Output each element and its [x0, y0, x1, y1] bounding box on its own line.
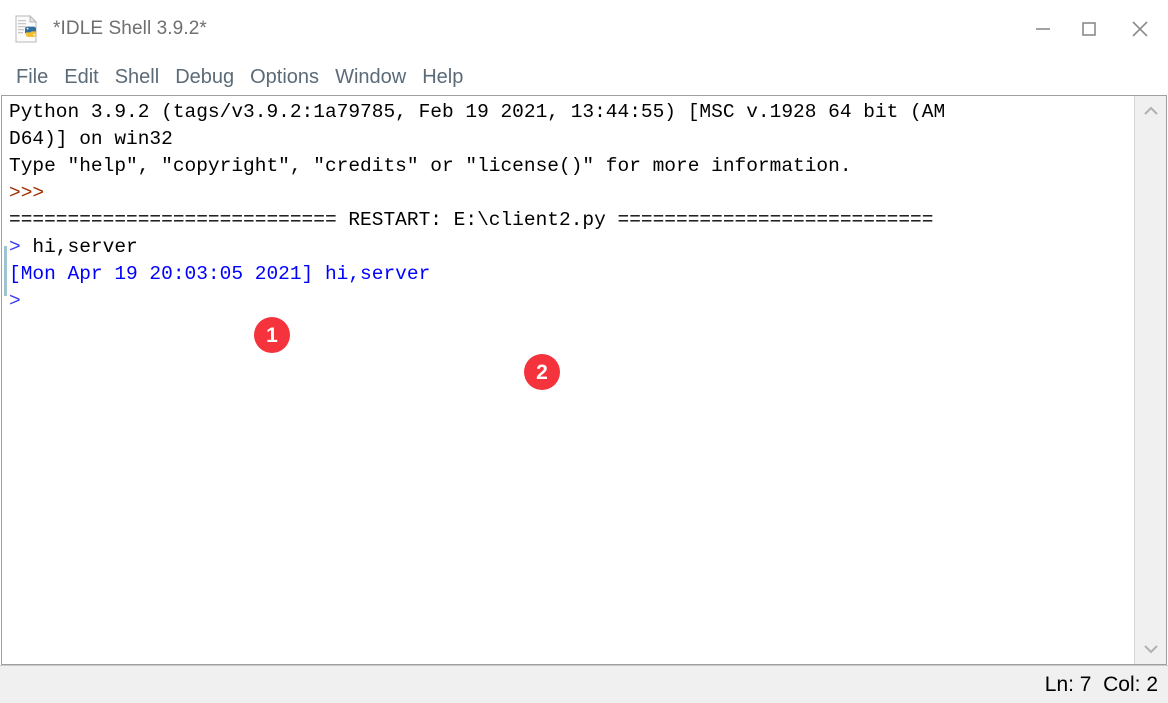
gutter-marker: [4, 246, 7, 296]
annotation-badge-2: 2: [524, 354, 560, 390]
shell-text[interactable]: Python 3.9.2 (tags/v3.9.2:1a79785, Feb 1…: [9, 96, 1134, 664]
console-line: D64)] on win32: [9, 126, 1134, 153]
vertical-scrollbar[interactable]: [1134, 96, 1166, 664]
menu-item-file[interactable]: File: [8, 67, 56, 87]
console-text-segment: ============================ RESTART: E:…: [9, 209, 934, 231]
menu-item-shell[interactable]: Shell: [107, 67, 167, 87]
console-line: >>>: [9, 180, 1134, 207]
cursor-position-label: Ln: 7 Col: 2: [1044, 672, 1158, 696]
shell-output-area: Python 3.9.2 (tags/v3.9.2:1a79785, Feb 1…: [1, 95, 1167, 665]
scrollbar-track[interactable]: [1135, 126, 1166, 634]
maximize-icon: [1082, 21, 1096, 36]
console-line: > hi,server: [9, 234, 1134, 261]
console-line: Python 3.9.2 (tags/v3.9.2:1a79785, Feb 1…: [9, 99, 1134, 126]
console-line: Type "help", "copyright", "credits" or "…: [9, 153, 1134, 180]
console-line: [Mon Apr 19 20:03:05 2021] hi,server: [9, 261, 1134, 288]
scroll-up-button[interactable]: [1135, 96, 1166, 126]
close-icon: [1132, 20, 1148, 37]
minimize-button[interactable]: [1020, 0, 1066, 57]
window-title: *IDLE Shell 3.9.2*: [53, 17, 207, 39]
left-gutter: [2, 96, 9, 664]
annotation-badge-1: 1: [254, 317, 290, 353]
console-text-segment: D64)] on win32: [9, 128, 173, 150]
menu-item-edit[interactable]: Edit: [56, 67, 106, 87]
console-text-segment: >>>: [9, 182, 45, 204]
menu-item-help[interactable]: Help: [414, 67, 471, 87]
menu-bar: File Edit Shell Debug Options Window Hel…: [0, 58, 1168, 95]
console-text-segment: >: [9, 290, 21, 312]
minimize-icon: [1036, 27, 1050, 30]
console-line: ============================ RESTART: E:…: [9, 207, 1134, 234]
menu-item-debug[interactable]: Debug: [167, 67, 242, 87]
maximize-button[interactable]: [1066, 0, 1112, 57]
chevron-up-icon: [1143, 106, 1158, 115]
window-controls: [1020, 0, 1168, 57]
console-text-segment: >: [9, 236, 33, 258]
status-bar: Ln: 7 Col: 2: [0, 665, 1168, 703]
console-text-segment: Python 3.9.2 (tags/v3.9.2:1a79785, Feb 1…: [9, 101, 946, 123]
close-button[interactable]: [1112, 0, 1168, 57]
title-bar: *IDLE Shell 3.9.2*: [0, 0, 1168, 58]
console-text-segment: Type "help", "copyright", "credits" or "…: [9, 155, 852, 177]
console-text-segment: hi,server: [32, 236, 138, 258]
idle-shell-window: *IDLE Shell 3.9.2* File Edit Shell Debug…: [0, 0, 1168, 703]
menu-item-options[interactable]: Options: [242, 67, 327, 87]
menu-item-window[interactable]: Window: [327, 67, 414, 87]
chevron-down-icon: [1143, 645, 1158, 654]
scroll-down-button[interactable]: [1135, 634, 1166, 664]
python-file-icon: [11, 13, 43, 45]
console-line: >: [9, 288, 1134, 315]
console-text-segment: [Mon Apr 19 20:03:05 2021] hi,server: [9, 263, 431, 285]
